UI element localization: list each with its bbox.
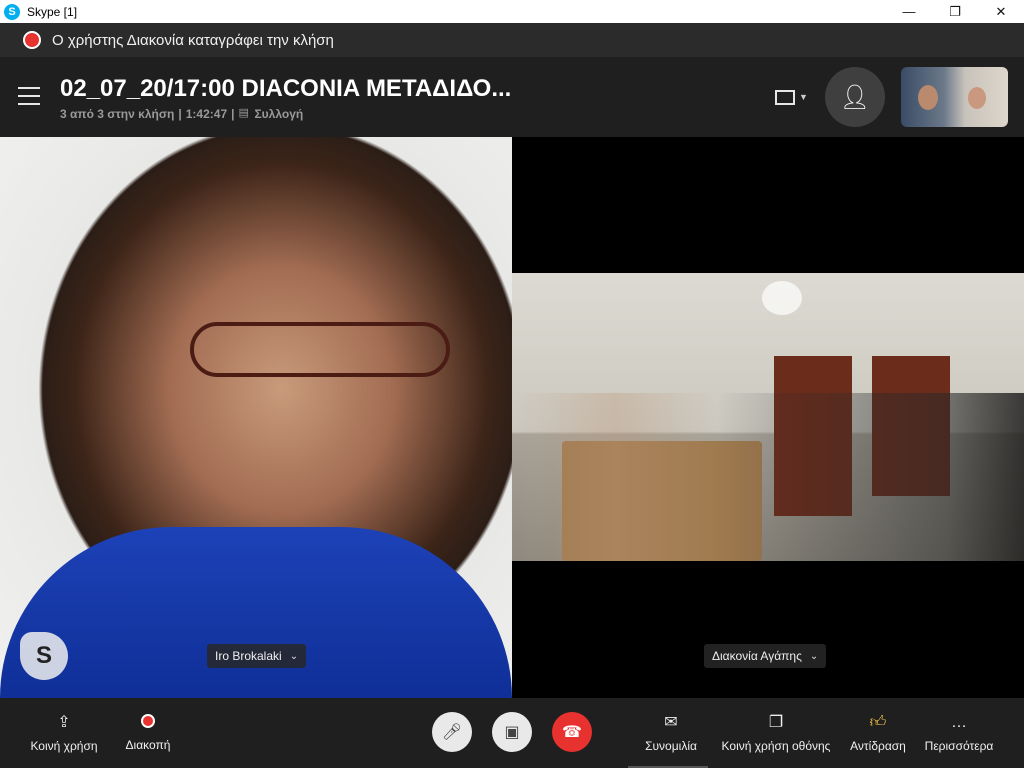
chevron-down-icon: ▼ [799,92,808,102]
recording-text: Ο χρήστης Διακονία καταγράφει την κλήση [52,31,334,49]
participant-name: Iro Brokalaki [215,649,282,663]
recording-icon [23,31,41,49]
add-person-icon: 👤︎ [839,83,871,111]
chat-icon: ✉ [664,714,678,731]
video-right-scene [512,273,1024,561]
call-meta: 3 από 3 στην κλήση | 1:42:47 | ▤ Συλλογή [60,107,303,121]
share-label: Κοινή χρήση [30,739,98,753]
skype-app-icon: S [4,3,20,20]
window-title: Skype [1] [27,4,78,19]
meta-separator-2: | [231,107,235,121]
layout-switch-button[interactable]: ▼ [775,85,815,109]
hang-up-icon: ☎ [562,724,582,741]
window-controls: — ❐ ✕ [886,0,1024,23]
participant-name-tag-right[interactable]: Διακονία Αγάπης ⌄ [704,644,827,668]
participant-name-tag-left[interactable]: Iro Brokalaki ⌄ [207,644,307,668]
call-toolbar: ⇪ Κοινή χρήση Διακοπή 🎤︎ ▣ ☎ ✉ Συνομιλία… [0,698,1024,768]
end-call-button[interactable]: ☎ [552,712,592,752]
fullscreen-frame-icon [775,89,795,105]
minimize-icon[interactable]: — [886,0,932,23]
stop-label: Διακοπή [125,738,171,752]
stop-recording-button[interactable]: Διακοπή [114,698,182,768]
record-icon [141,714,155,728]
thumbs-up-icon: 👍︎ [869,714,887,731]
gallery-button[interactable]: ▤ Συλλογή [238,107,303,121]
add-participant-button[interactable]: 👤︎ [825,67,885,127]
gallery-label: Συλλογή [254,107,304,121]
scene-chandelier [762,281,802,315]
meta-separator-1: | [178,107,182,121]
camera-button[interactable]: ▣ [492,712,532,752]
recording-banner: Ο χρήστης Διακονία καταγράφει την κλήση [0,23,1024,57]
screen-share-icon: ❐ [768,714,784,731]
hamburger-menu-icon[interactable] [18,87,40,105]
share-button[interactable]: ⇪ Κοινή χρήση [22,698,106,768]
gallery-icon: ▤ [238,107,249,119]
call-duration: 1:42:47 [185,107,228,121]
video-left-scene [0,527,512,698]
chat-button[interactable]: ✉ Συνομιλία [636,698,706,768]
share-icon: ⇪ [57,714,71,731]
reaction-button[interactable]: 👍︎ Αντίδραση [844,698,912,768]
video-camera-icon: ▣ [504,724,520,741]
call-header: 02_07_20/17:00 DIACONIA ΜΕΤΑΔΙΔΟ... 3 απ… [0,57,1024,137]
participants-count: 3 από 3 στην κλήση [60,107,175,121]
more-options-icon: … [951,714,967,731]
video-left-detail [190,322,450,377]
chat-label: Συνομιλία [645,739,697,753]
preview-person-1 [918,85,938,110]
preview-person-2 [968,87,986,109]
more-label: Περισσότερα [924,739,994,753]
skype-logo-icon: S [20,632,68,680]
screen-share-label: Κοινή χρήση οθόνης [721,739,831,753]
video-tile-right[interactable]: Διακονία Αγάπης ⌄ [512,137,1024,698]
chevron-down-icon: ⌄ [289,650,299,662]
participant-name: Διακονία Αγάπης [712,649,802,663]
reaction-label: Αντίδραση [850,739,906,753]
screen-share-button[interactable]: ❐ Κοινή χρήση οθόνης [716,698,836,768]
scene-people [512,393,1024,561]
chevron-down-icon: ⌄ [809,650,819,662]
more-button[interactable]: … Περισσότερα [918,698,1000,768]
microphone-button[interactable]: 🎤︎ [432,712,472,752]
close-icon[interactable]: ✕ [978,0,1024,23]
call-title: 02_07_20/17:00 DIACONIA ΜΕΤΑΔΙΔΟ... [60,75,512,102]
self-video-preview[interactable] [901,67,1008,127]
microphone-icon: 🎤︎ [441,724,463,741]
window-titlebar: S Skype [1] — ❐ ✕ [0,0,1024,23]
restore-icon[interactable]: ❐ [932,0,978,23]
video-tile-left[interactable]: S Iro Brokalaki ⌄ [0,137,512,698]
